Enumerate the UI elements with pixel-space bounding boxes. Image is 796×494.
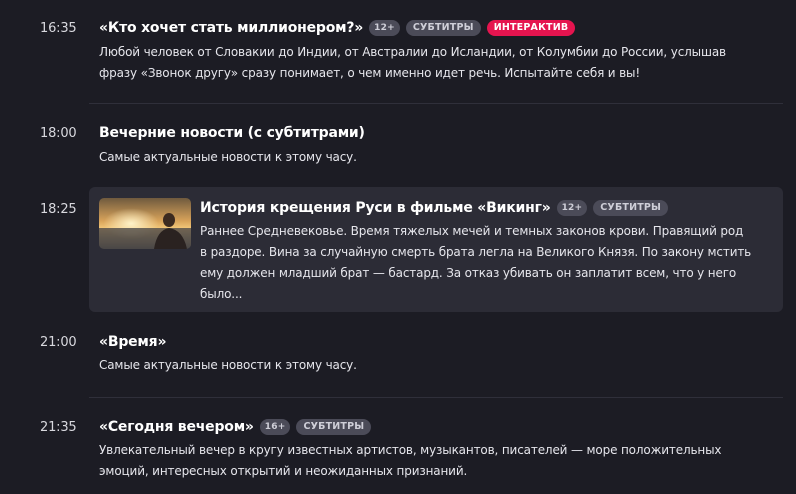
subtitles-badge: СУБТИТРЫ [296,419,372,435]
description-line: Самые актуальные новости к этому часу. [99,150,357,164]
description-line: Любой человек от Словакии до Индии, от А… [99,45,726,59]
age-rating-badge: 12+ [556,200,588,216]
program-thumbnail[interactable] [99,198,191,249]
subtitles-badge: СУБТИТРЫ [405,20,481,36]
program-description: Раннее Средневековье. Время тяжелых мече… [200,221,751,305]
description-line: эмоций, интересных открытий и неожиданны… [99,464,468,478]
program-title[interactable]: Вечерние новости (с субтитрами) [99,125,365,141]
program-title[interactable]: «Сегодня вечером» [99,419,254,435]
program-title[interactable]: История крещения Руси в фильме «Викинг» [200,200,551,216]
tv-schedule: 16:35 «Кто хочет стать миллионером?» 12+… [0,0,796,494]
description-line: Раннее Средневековье. Время тяжелых мече… [200,224,744,238]
program-description: Самые актуальные новости к этому часу. [99,147,357,168]
age-rating-badge: 12+ [369,20,400,36]
program-time: 18:25 [40,202,77,217]
program-title[interactable]: «Время» [99,334,167,350]
program-description: Самые актуальные новости к этому часу. [99,355,357,376]
description-line: ему должен младший брат — бастард. За от… [200,266,737,280]
age-rating-badge: 16+ [259,419,291,435]
program-time: 16:35 [40,21,77,36]
program-time: 21:00 [40,335,77,350]
program-description: Увлекательный вечер в кругу известных ар… [99,440,722,482]
divider [89,397,783,398]
program-description: Любой человек от Словакии до Индии, от А… [99,42,726,84]
description-line: фразу «Звонок другу» сразу понимает, о ч… [99,66,641,80]
description-line: было... [200,287,243,301]
program-time: 18:00 [40,126,77,141]
divider [89,103,783,104]
interactive-badge: ИНТЕРАКТИВ [486,20,576,36]
current-program-card[interactable]: История крещения Руси в фильме «Викинг» … [89,187,783,312]
program-time: 21:35 [40,420,77,435]
description-line: Увлекательный вечер в кругу известных ар… [99,443,722,457]
description-line: в раздоре. Вина за случайную смерть брат… [200,245,752,259]
subtitles-badge: СУБТИТРЫ [593,200,669,216]
program-title[interactable]: «Кто хочет стать миллионером?» [99,20,363,36]
description-line: Самые актуальные новости к этому часу. [99,358,357,372]
